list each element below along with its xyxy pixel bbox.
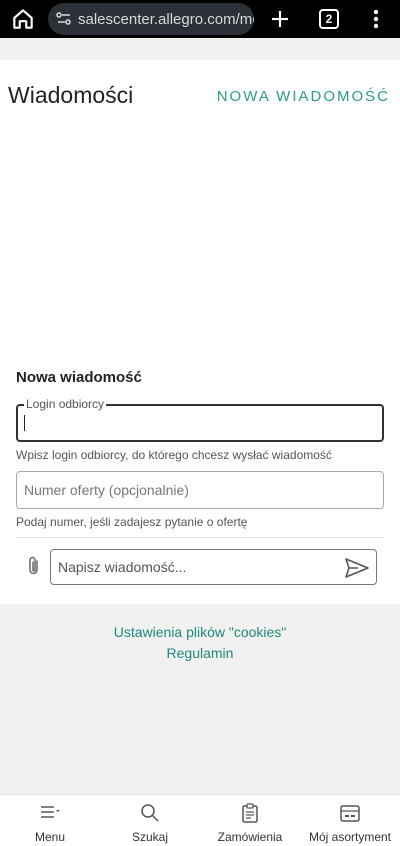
message-input[interactable]: Napisz wiadomość...: [50, 549, 377, 585]
more-menu-icon[interactable]: [366, 8, 386, 30]
nav-assortment[interactable]: Mój asortyment: [300, 795, 400, 846]
bottom-navigation: Menu Szukaj Zamówienia Mój asortyment: [0, 794, 400, 846]
page-title: Wiadomości: [8, 82, 134, 108]
messages-area: [0, 117, 400, 357]
terms-link[interactable]: Regulamin: [0, 643, 400, 664]
recipient-login-field[interactable]: Login odbiorcy: [16, 397, 384, 442]
offer-number-placeholder: Numer oferty (opcjonalnie): [24, 482, 189, 498]
nav-assortment-label: Mój asortyment: [308, 830, 392, 844]
offer-number-hint: Podaj numer, jeśli zadajesz pytanie o of…: [16, 515, 248, 529]
nav-orders-label: Zamówienia: [217, 830, 283, 844]
send-icon[interactable]: [344, 556, 370, 580]
address-bar[interactable]: salescenter.allegro.com/mess: [48, 3, 254, 35]
new-tab-icon[interactable]: [268, 7, 292, 31]
page-header: Wiadomości NOWA WIADOMOŚĆ: [0, 60, 400, 117]
message-placeholder: Napisz wiadomość...: [58, 559, 187, 575]
nav-search[interactable]: Szukaj: [100, 795, 200, 846]
search-icon: [141, 804, 159, 822]
site-settings-icon[interactable]: [55, 10, 73, 28]
browser-toolbar: salescenter.allegro.com/mess 2: [0, 0, 400, 38]
store-icon: [340, 805, 360, 822]
divider: [16, 537, 384, 538]
footer-links: Ustawienia plików "cookies" Regulamin: [0, 622, 400, 664]
recipient-login-hint: Wpisz login odbiorcy, do którego chcesz …: [16, 448, 332, 462]
cookie-settings-link[interactable]: Ustawienia plików "cookies": [0, 622, 400, 643]
offer-number-field[interactable]: Numer oferty (opcjonalnie): [16, 471, 384, 509]
new-message-form: Nowa wiadomość Login odbiorcy Wpisz logi…: [0, 357, 400, 604]
recipient-login-label: Login odbiorcy: [24, 397, 107, 411]
clipboard-icon: [242, 803, 258, 823]
tab-switcher-button[interactable]: 2: [319, 9, 339, 29]
paperclip-icon[interactable]: [24, 555, 44, 577]
nav-menu-label: Menu: [34, 830, 66, 844]
nav-orders[interactable]: Zamówienia: [200, 795, 300, 846]
nav-search-label: Szukaj: [131, 830, 169, 844]
url-text: salescenter.allegro.com/mess: [78, 10, 254, 28]
new-message-link[interactable]: NOWA WIADOMOŚĆ: [217, 88, 390, 105]
nav-menu[interactable]: Menu: [0, 795, 100, 846]
menu-icon: [41, 806, 60, 818]
home-icon[interactable]: [10, 6, 36, 32]
text-cursor: [24, 415, 25, 431]
form-heading: Nowa wiadomość: [16, 369, 142, 386]
